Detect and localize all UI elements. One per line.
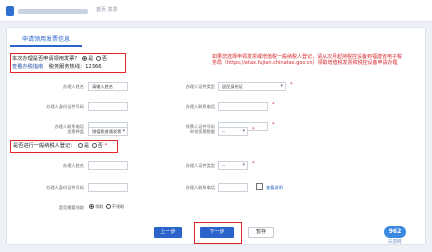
field-label: 是否需要领取 — [58, 205, 84, 210]
radio-no[interactable] — [95, 56, 101, 61]
radio-yes-label: 是 — [83, 143, 90, 149]
field-label: 办理人姓名 — [63, 163, 84, 168]
invoice-type-select[interactable]: 增值税普通发票 — [88, 127, 128, 136]
taxpayer-question-text: 是否进行一般纳税人登记： — [13, 143, 76, 149]
required-marker: * — [272, 102, 275, 108]
taxpayer-question: 是否进行一般纳税人登记： 是 否 * — [13, 143, 107, 149]
name-input[interactable]: 请输入姓名 — [88, 82, 128, 91]
required-marker: * — [252, 161, 255, 167]
notice-text: 如果您选择申领发票或增值税一般纳税人登记，请从次月起持税控设备到福建省电子税务局… — [212, 54, 403, 67]
field-label: 办理人证件类型 — [185, 163, 215, 168]
receive-options: 领取 不领取 — [88, 204, 124, 210]
tax-guide-link[interactable]: 查看办税指南 — [12, 64, 43, 70]
field-label: 办理人联系电话 — [185, 104, 215, 109]
radio-no[interactable] — [91, 143, 97, 148]
watermark-logo: 962 — [384, 226, 406, 238]
save-draft-button[interactable]: 暂存 — [248, 227, 274, 238]
hotline-text: 税务服务热线：12366 — [48, 64, 102, 70]
required-marker: * — [290, 82, 293, 88]
view-instructions-link[interactable]: 查看说明 — [266, 185, 283, 191]
info-checkbox[interactable] — [256, 183, 263, 190]
taxpayer-id-input[interactable] — [88, 183, 128, 192]
site-name-blurred — [18, 9, 88, 14]
required-marker: * — [272, 122, 275, 128]
required-marker: * — [104, 143, 108, 149]
field-label: 办理人联系电话 — [185, 185, 215, 190]
invoice-question: 本次办理是否申请领用发票？ 是 否 — [12, 56, 107, 62]
top-bar: 首页 发票 — [0, 0, 432, 22]
tab-label: 申请领用发票信息 — [21, 36, 70, 43]
field-label: 办理人姓名 — [63, 84, 84, 89]
radio-yes[interactable] — [82, 56, 88, 61]
watermark: 962 乐游网 — [384, 226, 428, 248]
radio-not-receive-label: 不领取 — [111, 204, 125, 209]
field-label: 办理人身份证件号码 — [46, 185, 84, 190]
taxpayer-name-input[interactable] — [88, 161, 128, 170]
prev-step-button[interactable]: 上一步 — [154, 227, 182, 238]
radio-no-label: 否 — [97, 143, 103, 149]
field-label: 申领发票数量 — [189, 129, 215, 134]
taxpayer-id-type-select[interactable]: -- — [218, 161, 248, 170]
radio-yes[interactable] — [77, 143, 83, 148]
id-type-select[interactable]: 居民身份证 — [218, 82, 286, 91]
radio-not-receive[interactable] — [105, 204, 111, 209]
id-number-input[interactable] — [88, 102, 128, 111]
invoice-count-select[interactable]: -- — [218, 127, 248, 136]
invoice-question-text: 本次办理是否申请领用发票？ — [12, 56, 80, 62]
radio-receive-label: 领取 — [95, 204, 104, 209]
taxpayer-phone-input[interactable] — [218, 183, 248, 192]
field-label: 办理人证件类型 — [185, 84, 215, 89]
required-marker: * — [252, 127, 255, 133]
watermark-text: 乐游网 — [388, 240, 402, 245]
radio-receive[interactable] — [89, 204, 94, 209]
phone-input[interactable] — [218, 102, 268, 111]
radio-no-label: 否 — [101, 56, 108, 62]
field-label: 发票种类 — [67, 129, 84, 134]
invoice-help-line: 查看办税指南 税务服务热线：12366 — [12, 64, 102, 70]
next-step-button[interactable]: 下一步 — [200, 227, 234, 238]
breadcrumb: 首页 发票 — [96, 7, 118, 13]
tab-invoice-application[interactable]: 申请领用发票信息 — [10, 35, 82, 47]
field-label: 办理人身份证件号码 — [46, 104, 84, 109]
radio-yes-label: 是 — [88, 56, 94, 62]
site-logo-icon — [6, 6, 14, 16]
